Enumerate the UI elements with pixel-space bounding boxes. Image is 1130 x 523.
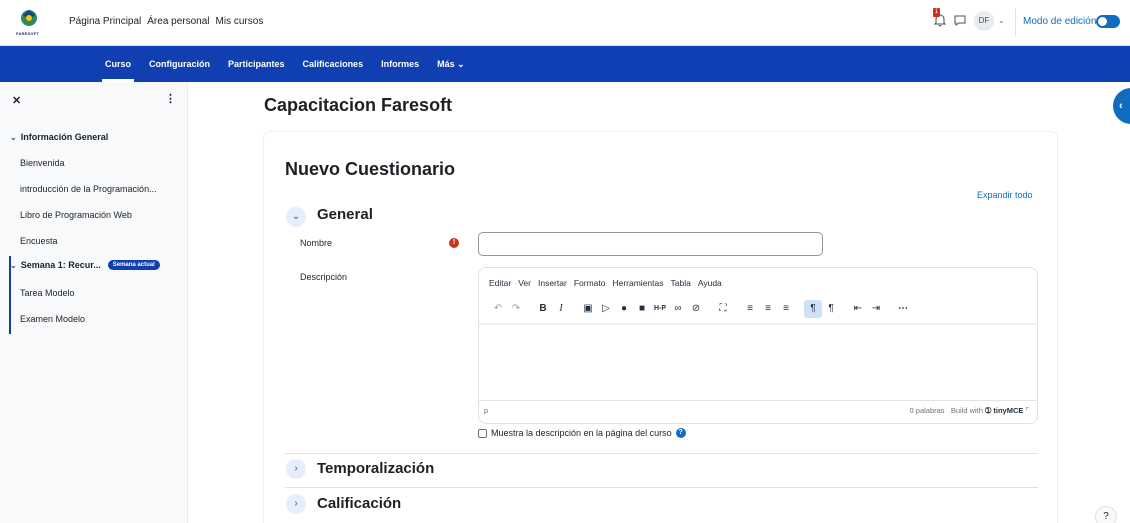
chat-icon[interactable] (953, 14, 967, 27)
media-icon[interactable]: ▷ (597, 300, 615, 318)
word-count-value[interactable]: 0 palabras (910, 406, 945, 415)
kebab-menu-icon[interactable]: ⋮ (165, 92, 176, 105)
menu-tools[interactable]: Herramientas (612, 278, 663, 288)
chevron-down-icon[interactable]: ⌄ (10, 133, 17, 142)
editor-menubar: Editar Ver Insertar Formato Herramientas… (489, 278, 722, 288)
current-week-badge: Semana actual (107, 260, 160, 270)
menu-table[interactable]: Tabla (671, 278, 691, 288)
tab-grades[interactable]: Calificaciones (294, 46, 373, 82)
outdent-icon[interactable]: ⇤ (849, 300, 867, 318)
menu-format[interactable]: Formato (574, 278, 606, 288)
element-path[interactable]: p (484, 406, 488, 415)
indent-icon[interactable]: ⇥ (867, 300, 885, 318)
nav-dashboard-link[interactable]: Área personal (147, 16, 209, 27)
logo-text: FARESOFT (16, 31, 39, 36)
h5p-icon[interactable]: H-P (651, 300, 669, 318)
user-avatar[interactable]: DF (974, 11, 994, 31)
menu-insert[interactable]: Insertar (538, 278, 567, 288)
undo-icon[interactable]: ↶ (489, 300, 507, 318)
section-title: Semana 1: Recur... (20, 260, 101, 270)
required-icon: ! (449, 238, 459, 248)
name-label: Nombre (300, 238, 333, 248)
tinymce-logo[interactable]: ➀ tinyMCE (985, 406, 1023, 415)
description-editor: Editar Ver Insertar Formato Herramientas… (478, 267, 1038, 424)
image-icon[interactable]: ▣ (579, 300, 597, 318)
chevron-down-icon[interactable]: ⌄ (998, 16, 1005, 25)
top-navbar: FARESOFT Página Principal Área personal … (0, 0, 1130, 46)
menu-edit[interactable]: Editar (489, 278, 511, 288)
align-left-icon[interactable]: ≡ (741, 300, 759, 318)
tab-settings[interactable]: Configuración (140, 46, 219, 82)
video-camera-icon[interactable]: ■ (633, 300, 651, 318)
menu-help[interactable]: Ayuda (698, 278, 722, 288)
block-drawer-toggle[interactable]: ‹ (1113, 88, 1130, 124)
section-week-1[interactable]: ⌄ Semana 1: Recur... Semana actual (10, 260, 160, 270)
tab-course[interactable]: Curso (96, 46, 140, 82)
drawer-item-model-task[interactable]: Tarea Modelo (20, 288, 75, 298)
section-general-title[interactable]: General (317, 206, 373, 223)
nav-my-courses-link[interactable]: Mis cursos (216, 16, 264, 27)
menu-view[interactable]: Ver (518, 278, 531, 288)
tab-participants[interactable]: Participantes (219, 46, 294, 82)
notification-count-badge: 1 (933, 8, 940, 17)
show-description-row: Muestra la descripción en la página del … (478, 428, 686, 438)
section-grade-title[interactable]: Calificación (317, 495, 401, 512)
editor-toolbar: ↶ ↷ B I ▣ ▷ ● ■ H-P ∞ ⊘ ⛶ ≡ ≡ ≡ ¶ ¶ ⇤ ⇥ … (489, 299, 912, 319)
chevron-down-icon[interactable]: ⌄ (286, 207, 306, 227)
section-divider (285, 453, 1038, 454)
microphone-icon[interactable]: ● (615, 300, 633, 318)
chevron-left-icon: ‹ (1119, 100, 1123, 112)
close-icon[interactable]: ✕ (12, 94, 21, 107)
drawer-item-welcome[interactable]: Bienvenida (20, 158, 65, 168)
link-icon[interactable]: ∞ (669, 300, 687, 318)
align-center-icon[interactable]: ≡ (759, 300, 777, 318)
section-title: Información General (20, 132, 109, 142)
fullscreen-icon[interactable]: ⛶ (714, 300, 732, 318)
page-title: Nuevo Cuestionario (285, 159, 456, 179)
chevron-right-icon[interactable]: › (286, 494, 306, 514)
edit-mode-label: Modo de edición (1023, 16, 1097, 27)
help-button[interactable]: ? (1095, 506, 1117, 523)
divider (1015, 8, 1016, 36)
chevron-right-icon[interactable]: › (286, 459, 306, 479)
name-input[interactable] (478, 232, 823, 256)
description-label: Descripción (300, 272, 348, 282)
drawer-item-web-book[interactable]: Libro de Programación Web (20, 210, 132, 220)
bold-icon[interactable]: B (534, 300, 552, 318)
drawer-item-survey[interactable]: Encuesta (20, 236, 58, 246)
section-information-general[interactable]: ⌄ Información General (10, 132, 108, 142)
section-divider (285, 487, 1038, 488)
word-count: 0 palabras Build with ➀ tinyMCE ⌜ (910, 406, 1029, 415)
ltr-icon[interactable]: ¶ (804, 300, 822, 318)
edit-mode-toggle[interactable] (1096, 15, 1120, 28)
resize-handle-icon[interactable]: ⌜ (1025, 406, 1029, 415)
redo-icon[interactable]: ↷ (507, 300, 525, 318)
drawer-item-model-exam[interactable]: Examen Modelo (20, 314, 85, 324)
rtl-icon[interactable]: ¶ (822, 300, 840, 318)
toolbar-shadow (479, 323, 1037, 325)
primary-navigation: Página Principal Área personal Mis curso… (69, 16, 263, 27)
more-icon[interactable]: ⋯ (894, 300, 912, 318)
chevron-down-icon[interactable]: ⌄ (10, 261, 17, 270)
help-icon[interactable]: ? (675, 428, 686, 438)
course-index-drawer: ✕ ⋮ ⌄ Información General Bienvenida int… (0, 82, 188, 523)
build-with-label: Build with (950, 406, 983, 415)
course-secondary-nav: Curso Configuración Participantes Califi… (0, 46, 1130, 82)
show-description-label: Muestra la descripción en la página del … (491, 428, 672, 438)
editor-statusbar: p 0 palabras Build with ➀ tinyMCE ⌜ (479, 400, 1037, 422)
nav-home-link[interactable]: Página Principal (69, 16, 141, 27)
align-right-icon[interactable]: ≡ (777, 300, 795, 318)
show-description-checkbox[interactable] (478, 428, 487, 438)
unlink-icon[interactable]: ⊘ (687, 300, 705, 318)
tab-more[interactable]: Más ⌄ (428, 46, 474, 82)
drawer-item-intro-programming[interactable]: introducción de la Programación... (20, 184, 157, 194)
tab-reports[interactable]: Informes (372, 46, 428, 82)
course-title: Capacitacion Faresoft (264, 95, 453, 115)
expand-all-link[interactable]: Expandir todo (977, 190, 1033, 200)
italic-icon[interactable]: I (552, 300, 570, 318)
section-timing-title[interactable]: Temporalización (317, 460, 434, 477)
